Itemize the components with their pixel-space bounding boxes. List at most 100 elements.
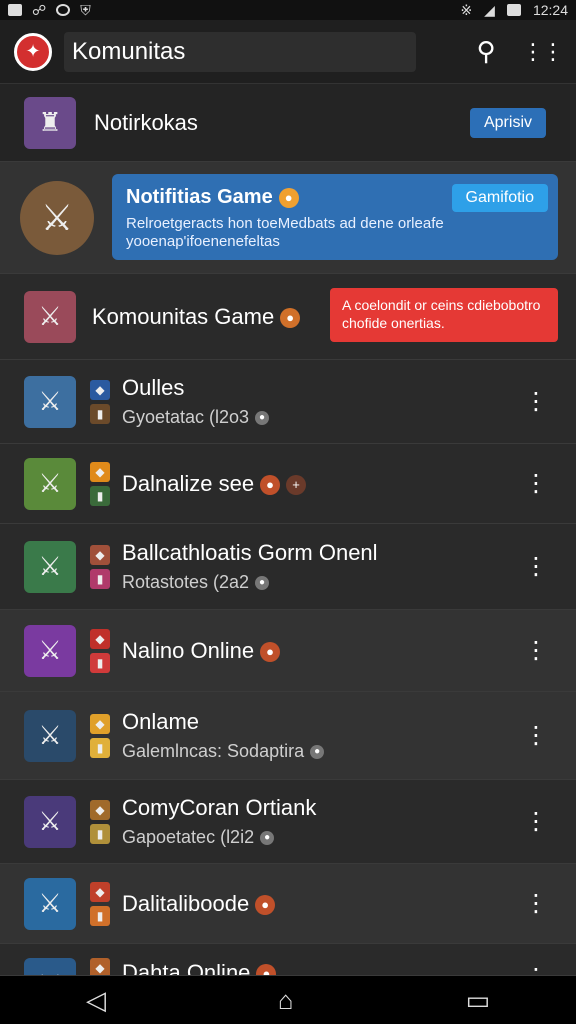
list-item-subtitle: Gyoetatac (l2o3 ● bbox=[122, 407, 270, 428]
bluetooth-icon: ※ bbox=[460, 1, 473, 18]
game-thumbnail: ⚔ bbox=[24, 877, 76, 930]
badge-icon: ● bbox=[255, 411, 270, 426]
status-left-icons: ☍ ⛨ bbox=[8, 2, 91, 19]
mini-icon: ◆ bbox=[90, 799, 110, 820]
game-thumbnail: ⚔ bbox=[24, 457, 76, 510]
komunitas-title: Komounitas Game ● bbox=[92, 304, 301, 330]
image-icon bbox=[8, 4, 22, 16]
status-right-icons: ※ ◢ 12:24 bbox=[460, 2, 568, 19]
list-item[interactable]: ⚔ ◆ ▮ Dalitaliboode ● ⋮ bbox=[0, 864, 576, 944]
battery-icon bbox=[506, 4, 521, 16]
list-item-subtitle: Rotastotes (2a2 ● bbox=[122, 572, 378, 593]
notification-card-button[interactable]: Gamifotio bbox=[451, 184, 548, 212]
list-item-title: Ballcathloatis Gorm Onenl bbox=[122, 540, 378, 565]
list-item-title: ComyCoran Ortiank bbox=[122, 795, 317, 820]
mini-icon: ◆ bbox=[90, 628, 110, 649]
list-item[interactable]: ⚔ ◆ ▮ ComyCoran Ortiank Gapoetatec (l2i2 ●… bbox=[0, 780, 576, 864]
list-item-text: Dalitaliboode ● bbox=[122, 891, 276, 917]
badge-icon: ● bbox=[280, 307, 301, 328]
header-action-button[interactable]: Aprisiv bbox=[469, 107, 546, 138]
list-item[interactable]: ⚔ ◆ Dahta Online● ⋮ bbox=[0, 944, 576, 976]
app-logo[interactable]: ✦ bbox=[14, 32, 52, 71]
list-item[interactable]: ⚔ ◆ ▮ Dalnalize see ● + ⋮ bbox=[0, 444, 576, 524]
mini-icon: ◆ bbox=[90, 881, 110, 902]
game-avatar: ⚔ bbox=[20, 180, 94, 255]
more-options-icon[interactable]: ⋮ bbox=[524, 966, 548, 976]
link-icon: ☍ bbox=[32, 1, 47, 18]
notification-card-text: Relroetgeracts hon toeMedbats ad dene or… bbox=[126, 215, 444, 250]
game-thumbnail: ⚔ bbox=[24, 290, 76, 343]
notification-header-row[interactable]: ♜ Notirkokas Aprisiv bbox=[0, 84, 576, 162]
badge-icon: ● bbox=[310, 745, 325, 760]
status-time: 12:24 bbox=[532, 2, 568, 18]
mini-icons: ◆ bbox=[90, 958, 112, 975]
badge-icon: ● bbox=[255, 576, 270, 591]
list-item-text: Dahta Online ● bbox=[122, 960, 277, 975]
game-thumbnail: ⚔ bbox=[24, 958, 76, 975]
list-item[interactable]: ⚔ ◆ ▮ Nalino Online ● ⋮ bbox=[0, 610, 576, 692]
list-item-title: Dalitaliboode ● bbox=[122, 891, 276, 917]
list-item-subtitle: Gapoetatec (l2i2 ● bbox=[122, 827, 316, 848]
list-item-title: Oulles bbox=[122, 375, 185, 400]
mini-icons: ◆ ▮ bbox=[90, 628, 112, 673]
game-thumbnail: ♜ bbox=[24, 96, 76, 149]
mini-icon: ▮ bbox=[90, 485, 110, 506]
circle-icon bbox=[56, 4, 71, 16]
navigation-bar: ◁ ⌂ ▭ bbox=[0, 976, 576, 1024]
mini-icon: ◆ bbox=[90, 379, 110, 400]
list-item-text: Nalino Online ● bbox=[122, 638, 281, 664]
list-item-text: ComyCoran Ortiank Gapoetatec (l2i2 ● bbox=[122, 795, 316, 848]
mini-icon: ▮ bbox=[90, 823, 110, 844]
more-options-icon[interactable]: ⋮ bbox=[524, 891, 548, 916]
mini-icon: ▮ bbox=[90, 737, 110, 758]
mini-icons: ◆ ▮ bbox=[90, 461, 112, 506]
list-item-title: Dalnalize see ● + bbox=[122, 471, 307, 497]
game-thumbnail: ⚔ bbox=[24, 375, 76, 428]
more-options-icon[interactable]: ⋮ bbox=[524, 723, 548, 748]
more-options-icon[interactable]: ⋮ bbox=[524, 554, 548, 579]
list-item-subtitle: Galemlncas: Sodaptira ● bbox=[122, 741, 325, 762]
more-icon[interactable]: ⋮⋮ bbox=[522, 32, 564, 72]
mini-icon: ◆ bbox=[90, 461, 110, 482]
mini-icons: ◆ ▮ bbox=[90, 799, 112, 844]
app-title: Komunitas bbox=[64, 31, 416, 72]
shield-icon: ⛨ bbox=[80, 1, 91, 18]
list-item-text: Dalnalize see ● + bbox=[122, 471, 307, 497]
mini-icon: ◆ bbox=[90, 713, 110, 734]
list-item[interactable]: ⚔ ◆ ▮ Onlame Galemlncas: Sodaptira ● ⋮ bbox=[0, 692, 576, 780]
mini-icons: ◆ ▮ bbox=[90, 881, 112, 926]
back-icon[interactable]: ◁ bbox=[86, 985, 106, 1016]
mini-icon: ▮ bbox=[90, 652, 110, 673]
more-options-icon[interactable]: ⋮ bbox=[524, 638, 548, 663]
add-icon[interactable]: + bbox=[286, 474, 307, 495]
more-options-icon[interactable]: ⋮ bbox=[524, 389, 548, 414]
badge-icon: ● bbox=[278, 187, 299, 208]
notification-card[interactable]: Notifitias Game ● Relroetgeracts hon toeM… bbox=[112, 174, 558, 260]
list-item-title: Dahta Online ● bbox=[122, 960, 277, 975]
badge-icon: ● bbox=[255, 894, 276, 915]
list-item[interactable]: ⚔ ◆ ▮ Oulles Gyoetatac (l2o3 ● ⋮ bbox=[0, 360, 576, 444]
game-thumbnail: ⚔ bbox=[24, 540, 76, 593]
game-thumbnail: ⚔ bbox=[24, 709, 76, 762]
alert-card[interactable]: A coelondit or ceins cdiebobotro chofide… bbox=[330, 288, 558, 342]
list-item-title: Onlame bbox=[122, 709, 200, 734]
recents-icon[interactable]: ▭ bbox=[465, 985, 490, 1016]
list-item-title: Nalino Online ● bbox=[122, 638, 281, 664]
mini-icon: ◆ bbox=[90, 958, 110, 975]
list-item-text: Oulles Gyoetatac (l2o3 ● bbox=[122, 375, 270, 428]
mini-icon: ◆ bbox=[90, 544, 110, 565]
mini-icons: ◆ ▮ bbox=[90, 544, 112, 589]
home-icon[interactable]: ⌂ bbox=[278, 985, 294, 1016]
search-icon[interactable]: ⚲ bbox=[466, 32, 506, 72]
game-thumbnail: ⚔ bbox=[24, 624, 76, 677]
more-options-icon[interactable]: ⋮ bbox=[524, 471, 548, 496]
list-item-text: Ballcathloatis Gorm Onenl Rotastotes (2a… bbox=[122, 540, 378, 593]
list-item[interactable]: ⚔ ◆ ▮ Ballcathloatis Gorm Onenl Rotastote… bbox=[0, 524, 576, 610]
mini-icons: ◆ ▮ bbox=[90, 379, 112, 424]
app-bar: ✦ Komunitas ⚲ ⋮⋮ bbox=[0, 20, 576, 84]
signal-icon: ◢ bbox=[484, 1, 495, 18]
badge-icon: ● bbox=[256, 964, 277, 975]
more-options-icon[interactable]: ⋮ bbox=[524, 809, 548, 834]
list-item-text: Onlame Galemlncas: Sodaptira ● bbox=[122, 709, 325, 762]
game-thumbnail: ⚔ bbox=[24, 795, 76, 848]
